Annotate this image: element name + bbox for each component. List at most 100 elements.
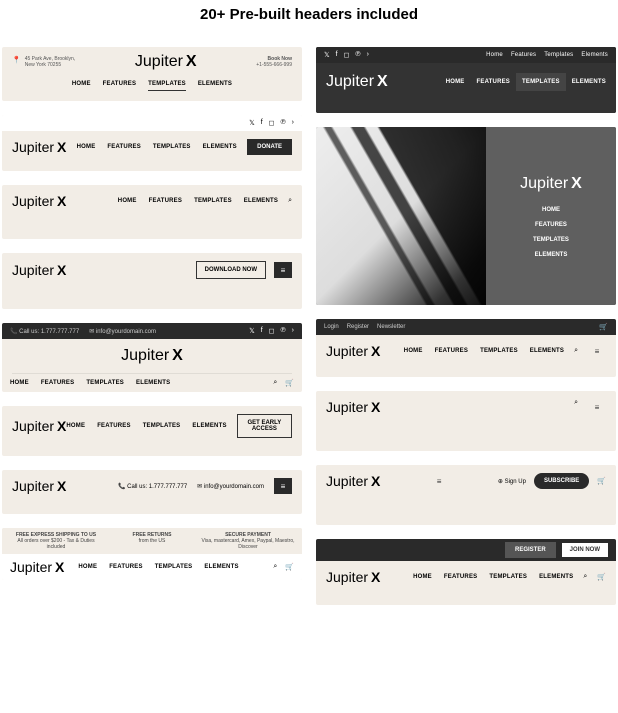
download-button[interactable]: DOWNLOAD NOW xyxy=(196,261,266,279)
logo[interactable]: Jupiter X xyxy=(135,53,197,71)
register-button[interactable]: REGISTER xyxy=(505,542,556,558)
nav-templates[interactable]: TEMPLATES xyxy=(533,237,569,243)
hamburger-icon[interactable]: ≡ xyxy=(274,262,292,278)
nav-home[interactable]: HOME xyxy=(10,380,29,386)
nav-templates[interactable]: TEMPLATES xyxy=(86,380,124,386)
newsletter-link[interactable]: Newsletter xyxy=(377,324,405,330)
nav-features[interactable]: FEATURES xyxy=(444,574,478,580)
nav-features[interactable]: FEATURES xyxy=(107,144,141,150)
logo[interactable]: Jupiter X xyxy=(12,193,66,209)
nav-elements[interactable]: ELEMENTS xyxy=(192,423,226,429)
logo[interactable]: Jupiter X xyxy=(12,139,66,155)
topnav-features[interactable]: Features xyxy=(511,52,536,58)
nav-templates[interactable]: TEMPLATES xyxy=(489,574,527,580)
nav-home[interactable]: HOME xyxy=(72,81,91,91)
nav-elements[interactable]: ELEMENTS xyxy=(539,574,573,580)
nav-home[interactable]: HOME xyxy=(118,198,137,204)
logo[interactable]: Jupiter X xyxy=(326,569,380,585)
nav-home[interactable]: HOME xyxy=(413,574,432,580)
logo[interactable]: Jupiter X xyxy=(10,559,64,575)
cart-icon[interactable]: 🛒 xyxy=(285,379,294,387)
signup-link[interactable]: ⊕ Sign Up xyxy=(498,478,526,485)
topnav-templates[interactable]: Templates xyxy=(544,52,573,58)
nav-elements[interactable]: ELEMENTS xyxy=(198,81,232,91)
logo[interactable]: Jupiter X xyxy=(12,478,66,494)
facebook-icon[interactable]: f xyxy=(261,327,263,335)
hamburger-icon[interactable]: ≡ xyxy=(588,399,606,415)
nav-features[interactable]: FEATURES xyxy=(109,564,143,570)
search-icon[interactable]: ⌕ xyxy=(574,347,578,355)
cart-icon[interactable]: 🛒 xyxy=(597,477,606,485)
nav-features[interactable]: FEATURES xyxy=(97,423,131,429)
hamburger-icon[interactable]: ≡ xyxy=(274,478,292,494)
logo[interactable]: Jupiter X xyxy=(12,418,66,434)
nav-features[interactable]: FEATURES xyxy=(41,380,75,386)
cart-icon[interactable]: 🛒 xyxy=(597,573,606,581)
rss-icon[interactable]: › xyxy=(292,119,294,127)
nav-elements[interactable]: ELEMENTS xyxy=(535,252,568,258)
subscribe-button[interactable]: SUBSCRIBE xyxy=(534,473,589,489)
hamburger-icon[interactable]: ≡ xyxy=(430,473,448,489)
pinterest-icon[interactable]: ℗ xyxy=(280,327,285,335)
twitter-icon[interactable]: 𝕏 xyxy=(324,51,330,59)
nav-home[interactable]: HOME xyxy=(66,423,85,429)
login-link[interactable]: Login xyxy=(324,324,339,330)
nav-templates[interactable]: TEMPLATES xyxy=(153,144,191,150)
instagram-icon[interactable]: ◻ xyxy=(269,327,275,335)
pinterest-icon[interactable]: ℗ xyxy=(355,51,360,59)
nav-templates[interactable]: TEMPLATES xyxy=(148,81,186,91)
facebook-icon[interactable]: f xyxy=(336,51,338,59)
nav-templates[interactable]: TEMPLATES xyxy=(516,73,566,92)
nav-home[interactable]: HOME xyxy=(542,207,560,213)
nav-features[interactable]: FEATURES xyxy=(149,198,183,204)
logo[interactable]: Jupiter X xyxy=(326,473,380,489)
nav-home[interactable]: HOME xyxy=(77,144,96,150)
hamburger-icon[interactable]: ≡ xyxy=(588,343,606,359)
twitter-icon[interactable]: 𝕏 xyxy=(249,327,255,335)
rss-icon[interactable]: › xyxy=(292,327,294,335)
topnav-home[interactable]: Home xyxy=(486,52,503,58)
instagram-icon[interactable]: ◻ xyxy=(344,51,350,59)
nav-templates[interactable]: TEMPLATES xyxy=(155,564,193,570)
register-link[interactable]: Register xyxy=(347,324,369,330)
logo[interactable]: Jupiter X xyxy=(326,343,380,359)
search-icon[interactable]: ⌕ xyxy=(288,197,292,205)
pinterest-icon[interactable]: ℗ xyxy=(280,119,285,127)
nav-features[interactable]: FEATURES xyxy=(535,222,567,228)
search-icon[interactable]: ⌕ xyxy=(273,379,277,387)
nav-elements[interactable]: ELEMENTS xyxy=(203,144,237,150)
logo[interactable]: Jupiter X xyxy=(520,175,582,193)
topnav-elements[interactable]: Elements xyxy=(581,52,608,58)
nav-home[interactable]: HOME xyxy=(78,564,97,570)
logo[interactable]: Jupiter X xyxy=(121,347,183,365)
nav-elements[interactable]: ELEMENTS xyxy=(244,198,278,204)
nav-features[interactable]: FEATURES xyxy=(435,348,469,354)
join-now-button[interactable]: JOIN NOW xyxy=(562,543,608,557)
donate-button[interactable]: DONATE xyxy=(247,139,292,155)
logo[interactable]: Jupiter X xyxy=(326,73,388,91)
nav-templates[interactable]: TEMPLATES xyxy=(194,198,232,204)
nav-features[interactable]: FEATURES xyxy=(477,79,511,86)
facebook-icon[interactable]: f xyxy=(261,119,263,127)
search-icon[interactable]: ⌕ xyxy=(583,573,587,581)
early-access-button[interactable]: GET EARLY ACCESS xyxy=(237,414,292,438)
rss-icon[interactable]: › xyxy=(367,51,369,59)
cart-icon[interactable]: 🛒 xyxy=(285,563,294,571)
search-icon[interactable]: ⌕ xyxy=(273,563,277,571)
nav-elements[interactable]: ELEMENTS xyxy=(136,380,170,386)
logo[interactable]: Jupiter X xyxy=(12,262,66,278)
nav-home[interactable]: HOME xyxy=(404,348,423,354)
instagram-icon[interactable]: ◻ xyxy=(269,119,275,127)
nav-templates[interactable]: TEMPLATES xyxy=(480,348,518,354)
nav-templates[interactable]: TEMPLATES xyxy=(143,423,181,429)
nav-features[interactable]: FEATURES xyxy=(103,81,137,91)
search-icon[interactable]: ⌕ xyxy=(574,399,578,415)
headers-grid: 📍 45 Park Ave, Brooklyn,New York 70255 J… xyxy=(0,47,618,605)
nav-elements[interactable]: ELEMENTS xyxy=(572,79,606,86)
nav-home[interactable]: HOME xyxy=(446,79,465,86)
twitter-icon[interactable]: 𝕏 xyxy=(249,119,255,127)
nav-elements[interactable]: ELEMENTS xyxy=(204,564,238,570)
nav-elements[interactable]: ELEMENTS xyxy=(530,348,564,354)
cart-icon[interactable]: 🛒 xyxy=(599,323,608,331)
logo[interactable]: Jupiter X xyxy=(326,399,380,415)
